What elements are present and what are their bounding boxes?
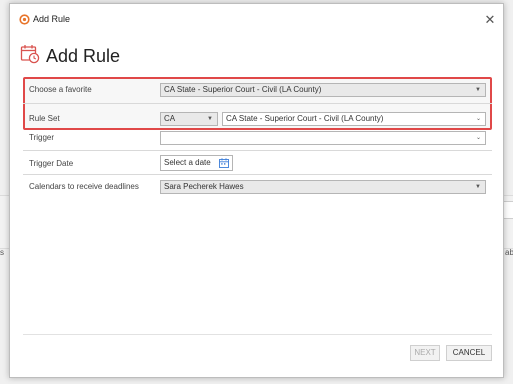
dialog-title: Add Rule <box>33 14 71 24</box>
trigger-date-label: Trigger Date <box>29 159 74 168</box>
rule-set-state-value: CA <box>164 114 176 123</box>
dialog-titlebar: Add Rule ✕ <box>10 4 503 34</box>
chevron-down-icon: ⌄ <box>475 135 481 141</box>
row-divider <box>23 174 492 175</box>
page-title: Add Rule <box>46 46 121 66</box>
favorite-select[interactable]: CA State - Superior Court - Civil (LA Co… <box>160 83 486 97</box>
rule-set-value: CA State - Superior Court - Civil (LA Co… <box>226 114 384 123</box>
calendars-label: Calendars to receive deadlines <box>29 182 139 191</box>
trigger-date-input[interactable]: Select a date <box>160 155 233 171</box>
chevron-down-icon: ▼ <box>475 184 481 190</box>
rule-set-select[interactable]: CA State - Superior Court - Civil (LA Co… <box>222 112 486 126</box>
background-app-text-left: s <box>0 248 4 257</box>
chevron-down-icon: ▼ <box>207 116 213 122</box>
chevron-down-icon: ⌄ <box>475 116 481 122</box>
footer-divider <box>23 334 492 335</box>
trigger-label: Trigger <box>29 133 55 142</box>
add-rule-dialog: Add Rule ✕ Add Rule Choose a favorite CA… <box>9 3 504 378</box>
calendar-clock-icon <box>20 44 40 69</box>
calendars-value: Sara Pecherek Hawes <box>164 182 244 191</box>
favorite-label: Choose a favorite <box>29 85 92 94</box>
close-button[interactable]: ✕ <box>483 13 497 27</box>
trigger-select[interactable]: ⌄ <box>160 131 486 145</box>
calendar-icon[interactable] <box>219 158 229 173</box>
trigger-date-placeholder: Select a date <box>164 158 211 167</box>
rule-set-label: Rule Set <box>29 114 60 123</box>
chevron-down-icon: ▼ <box>475 87 481 93</box>
rule-set-state-select[interactable]: CA ▼ <box>160 112 218 126</box>
favorite-value: CA State - Superior Court - Civil (LA Co… <box>164 85 322 94</box>
row-divider <box>23 103 492 104</box>
next-button[interactable]: NEXT <box>410 345 440 361</box>
cancel-button[interactable]: CANCEL <box>446 345 492 361</box>
app-logo-icon <box>19 12 30 30</box>
background-app-text-right: ab <box>505 248 513 257</box>
calendars-select[interactable]: Sara Pecherek Hawes ▼ <box>160 180 486 194</box>
row-divider <box>23 150 492 151</box>
